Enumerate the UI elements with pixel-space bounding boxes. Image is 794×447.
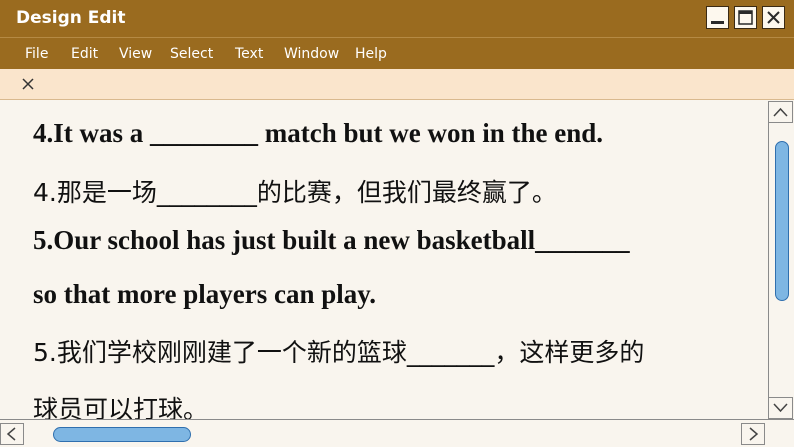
- document-line: 5.Our school has just built a new basket…: [33, 225, 630, 255]
- menu-select[interactable]: Select: [170, 46, 213, 62]
- menu-bar: File Edit View Select Text Window Help: [0, 37, 794, 69]
- close-icon: [767, 11, 780, 24]
- close-button[interactable]: [762, 6, 785, 29]
- vertical-scroll-thumb[interactable]: [775, 141, 789, 301]
- chevron-right-icon: [749, 427, 759, 441]
- menu-file[interactable]: File: [25, 46, 48, 62]
- document-line: 5.我们学校刚刚建了一个新的篮球_______，这样更多的: [33, 338, 645, 367]
- document-area[interactable]: 4.It was a ________ match but we won in …: [0, 101, 768, 419]
- window-title: Design Edit: [16, 8, 126, 28]
- maximize-button[interactable]: [734, 6, 757, 29]
- menu-window[interactable]: Window: [284, 46, 339, 62]
- document-line: so that more players can play.: [33, 279, 376, 309]
- document-line: 4.那是一场________的比赛，但我们最终赢了。: [33, 178, 557, 207]
- close-icon[interactable]: [20, 76, 36, 92]
- menu-view[interactable]: View: [119, 46, 152, 62]
- scroll-left-button[interactable]: [0, 423, 24, 445]
- maximize-icon: [738, 10, 753, 25]
- chevron-down-icon: [773, 403, 788, 413]
- menu-help[interactable]: Help: [355, 46, 387, 62]
- minimize-button[interactable]: [706, 6, 729, 29]
- chevron-up-icon: [773, 107, 788, 117]
- horizontal-scrollbar[interactable]: [0, 419, 794, 447]
- scroll-up-button[interactable]: [768, 101, 793, 123]
- document-line: 球员可以打球。: [33, 395, 209, 419]
- menu-edit[interactable]: Edit: [71, 46, 98, 62]
- vertical-scrollbar[interactable]: [768, 101, 794, 419]
- scroll-down-button[interactable]: [768, 397, 793, 419]
- menu-text[interactable]: Text: [235, 46, 263, 62]
- scroll-right-button[interactable]: [741, 423, 765, 445]
- horizontal-scroll-thumb[interactable]: [53, 427, 191, 442]
- chevron-left-icon: [6, 427, 16, 441]
- title-bar[interactable]: Design Edit: [0, 0, 794, 37]
- tab-bar: [0, 69, 794, 100]
- document-line: 4.It was a ________ match but we won in …: [33, 118, 604, 148]
- minimize-icon: [711, 21, 724, 24]
